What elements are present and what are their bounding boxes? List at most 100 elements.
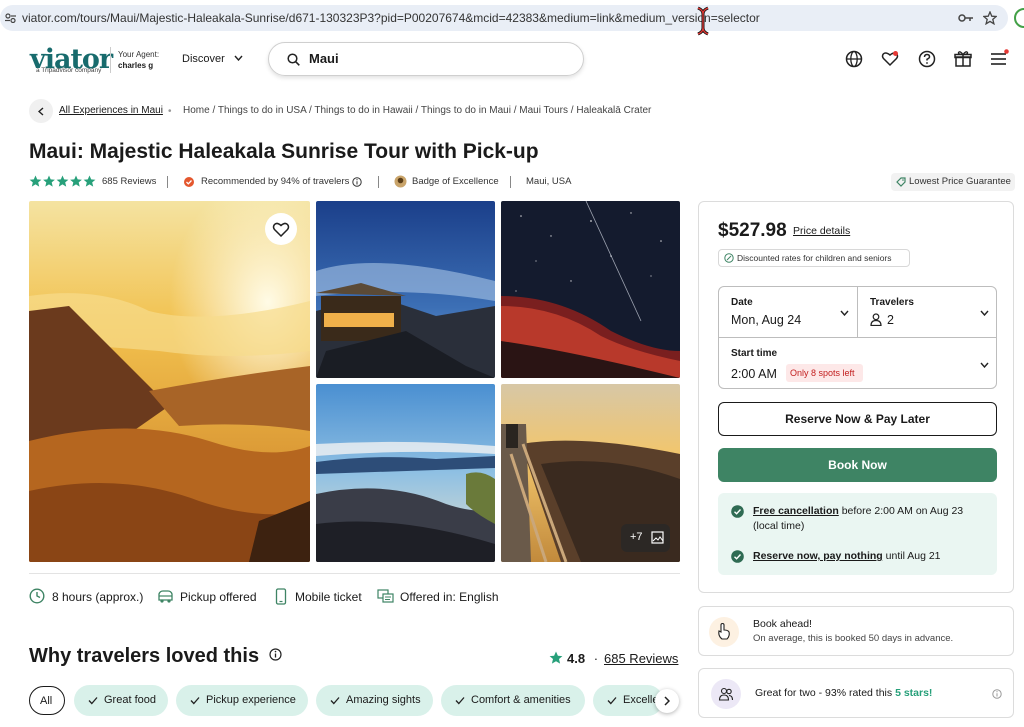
reviews-link[interactable]: 685 Reviews <box>604 651 678 666</box>
meta-divider <box>167 176 168 188</box>
chip-comfort-amenities[interactable]: Comfort & amenities <box>441 685 585 716</box>
chip-amazing-sights[interactable]: Amazing sights <box>316 685 433 716</box>
check-circle-icon <box>731 550 744 563</box>
profile-avatar[interactable] <box>1014 8 1024 28</box>
rating-value: 4.8 <box>567 651 586 666</box>
price: $527.98 <box>718 220 787 241</box>
reserve-pay-later-text: Reserve now, pay nothing until Aug 21 <box>753 549 988 564</box>
breadcrumb[interactable]: Home / Things to do in USA / Things to d… <box>183 105 651 116</box>
summit-building-image <box>316 201 495 378</box>
chip-excellent[interactable]: Excelle <box>593 685 663 716</box>
price-tag-icon <box>896 177 906 187</box>
book-now-button[interactable]: Book Now <box>718 448 997 482</box>
book-ahead-icon-bg <box>709 617 739 647</box>
recommended-text: Recommended by 94% of travelers <box>201 176 350 187</box>
agent-name: charles g <box>118 61 154 70</box>
person-icon <box>870 313 882 326</box>
start-time-value: 2:00 AM <box>731 367 777 381</box>
photo-starry-crater[interactable] <box>501 201 680 378</box>
check-circle-icon <box>731 505 744 518</box>
five-stars-highlight: 5 stars! <box>895 687 933 699</box>
check-icon <box>455 697 465 705</box>
main-photo-sunrise[interactable] <box>29 201 310 562</box>
search-icon <box>287 53 300 66</box>
cloud-sea-image <box>316 384 495 562</box>
reserve-pay-nothing-link[interactable]: Reserve now, pay nothing <box>753 550 883 562</box>
starry-sky-image <box>501 201 680 378</box>
spots-left-badge: Only 8 spots left <box>786 364 863 382</box>
more-photos-count: +7 <box>630 531 643 543</box>
search-box[interactable] <box>268 42 584 76</box>
rating-separator: · <box>593 651 599 666</box>
chevron-down-icon <box>980 310 989 316</box>
free-cancellation-text: Free cancellation before 2:00 AM on Aug … <box>753 504 988 534</box>
discover-menu[interactable]: Discover <box>182 53 243 65</box>
great-for-two-card: Great for two - 93% rated this 5 stars! <box>698 668 1014 718</box>
chip-label: Amazing sights <box>346 694 421 706</box>
check-icon <box>607 697 617 705</box>
start-time-label: Start time <box>731 348 778 359</box>
mobile-phone-icon <box>275 588 287 605</box>
date-label: Date <box>731 297 753 308</box>
book-ahead-card: Book ahead! On average, this is booked 5… <box>698 606 1014 656</box>
date-selector[interactable]: Date Mon, Aug 24 <box>718 286 858 338</box>
reserve-pay-nothing-detail: until Aug 21 <box>882 550 941 562</box>
info-icon[interactable] <box>992 689 1002 699</box>
site-settings-icon[interactable] <box>5 13 16 23</box>
rating-star-icon <box>549 651 563 664</box>
van-icon <box>158 590 173 603</box>
wishlist-heart-icon[interactable] <box>880 49 900 69</box>
chip-great-food[interactable]: Great food <box>74 685 168 716</box>
lowest-price-text: Lowest Price Guarantee <box>909 176 1011 187</box>
travelers-selector[interactable]: Travelers 2 <box>857 286 997 338</box>
mobile-ticket-text: Mobile ticket <box>295 590 362 604</box>
price-details-link[interactable]: Price details <box>793 225 850 237</box>
menu-icon[interactable] <box>989 49 1009 69</box>
bookmark-star-icon[interactable] <box>983 11 997 25</box>
photo-summit-night[interactable] <box>316 201 495 378</box>
clock-icon <box>29 588 45 604</box>
book-ahead-title: Book ahead! <box>753 618 812 630</box>
chips-next-button[interactable] <box>655 689 679 713</box>
photo-summit-clouds[interactable] <box>316 384 495 562</box>
average-rating: 4.8 · <box>567 651 598 666</box>
header-divider <box>110 47 111 73</box>
back-button[interactable] <box>29 99 53 123</box>
password-key-icon[interactable] <box>958 12 974 24</box>
meta-divider <box>510 176 511 188</box>
check-icon <box>190 697 200 705</box>
meta-divider <box>378 176 379 188</box>
check-icon <box>330 697 340 705</box>
date-value: Mon, Aug 24 <box>731 313 802 327</box>
review-count-link[interactable]: 685 Reviews <box>102 176 156 187</box>
chip-pickup-experience[interactable]: Pickup experience <box>176 685 308 716</box>
url-text[interactable]: viator.com/tours/Maui/Majestic-Haleakala… <box>22 11 760 25</box>
discount-text: Discounted rates for children and senior… <box>737 253 892 263</box>
chevron-left-icon <box>38 107 44 116</box>
haleakala-sunrise-image <box>29 201 310 562</box>
chevron-right-icon <box>664 696 670 706</box>
lowest-price-badge[interactable]: Lowest Price Guarantee <box>891 173 1015 191</box>
globe-icon[interactable] <box>844 49 864 69</box>
free-cancellation-link[interactable]: Free cancellation <box>753 505 839 517</box>
language-chat-icon <box>377 589 394 603</box>
info-icon[interactable] <box>269 648 282 661</box>
gift-icon[interactable] <box>953 49 973 69</box>
divider <box>29 573 680 574</box>
recommended-badge-icon <box>184 177 194 187</box>
save-to-wishlist-button[interactable] <box>265 213 297 245</box>
all-experiences-link[interactable]: All Experiences in Maui <box>59 105 163 116</box>
chip-all[interactable]: All <box>29 686 65 715</box>
info-icon[interactable] <box>352 177 362 187</box>
badge-excellence-icon <box>394 175 407 188</box>
cancellation-box: Free cancellation before 2:00 AM on Aug … <box>718 493 997 575</box>
search-input[interactable] <box>309 51 549 66</box>
more-photos-button[interactable]: +7 <box>621 524 670 552</box>
great-for-two-label: Great for two - 93% rated this <box>755 687 896 699</box>
couple-icon <box>718 687 734 701</box>
chip-label: Pickup experience <box>206 694 296 706</box>
reserve-now-button[interactable]: Reserve Now & Pay Later <box>718 402 997 436</box>
logo-subtitle: a Tripadvisor company <box>36 67 102 74</box>
chip-label: Excelle <box>623 694 659 706</box>
help-icon[interactable] <box>917 49 937 69</box>
